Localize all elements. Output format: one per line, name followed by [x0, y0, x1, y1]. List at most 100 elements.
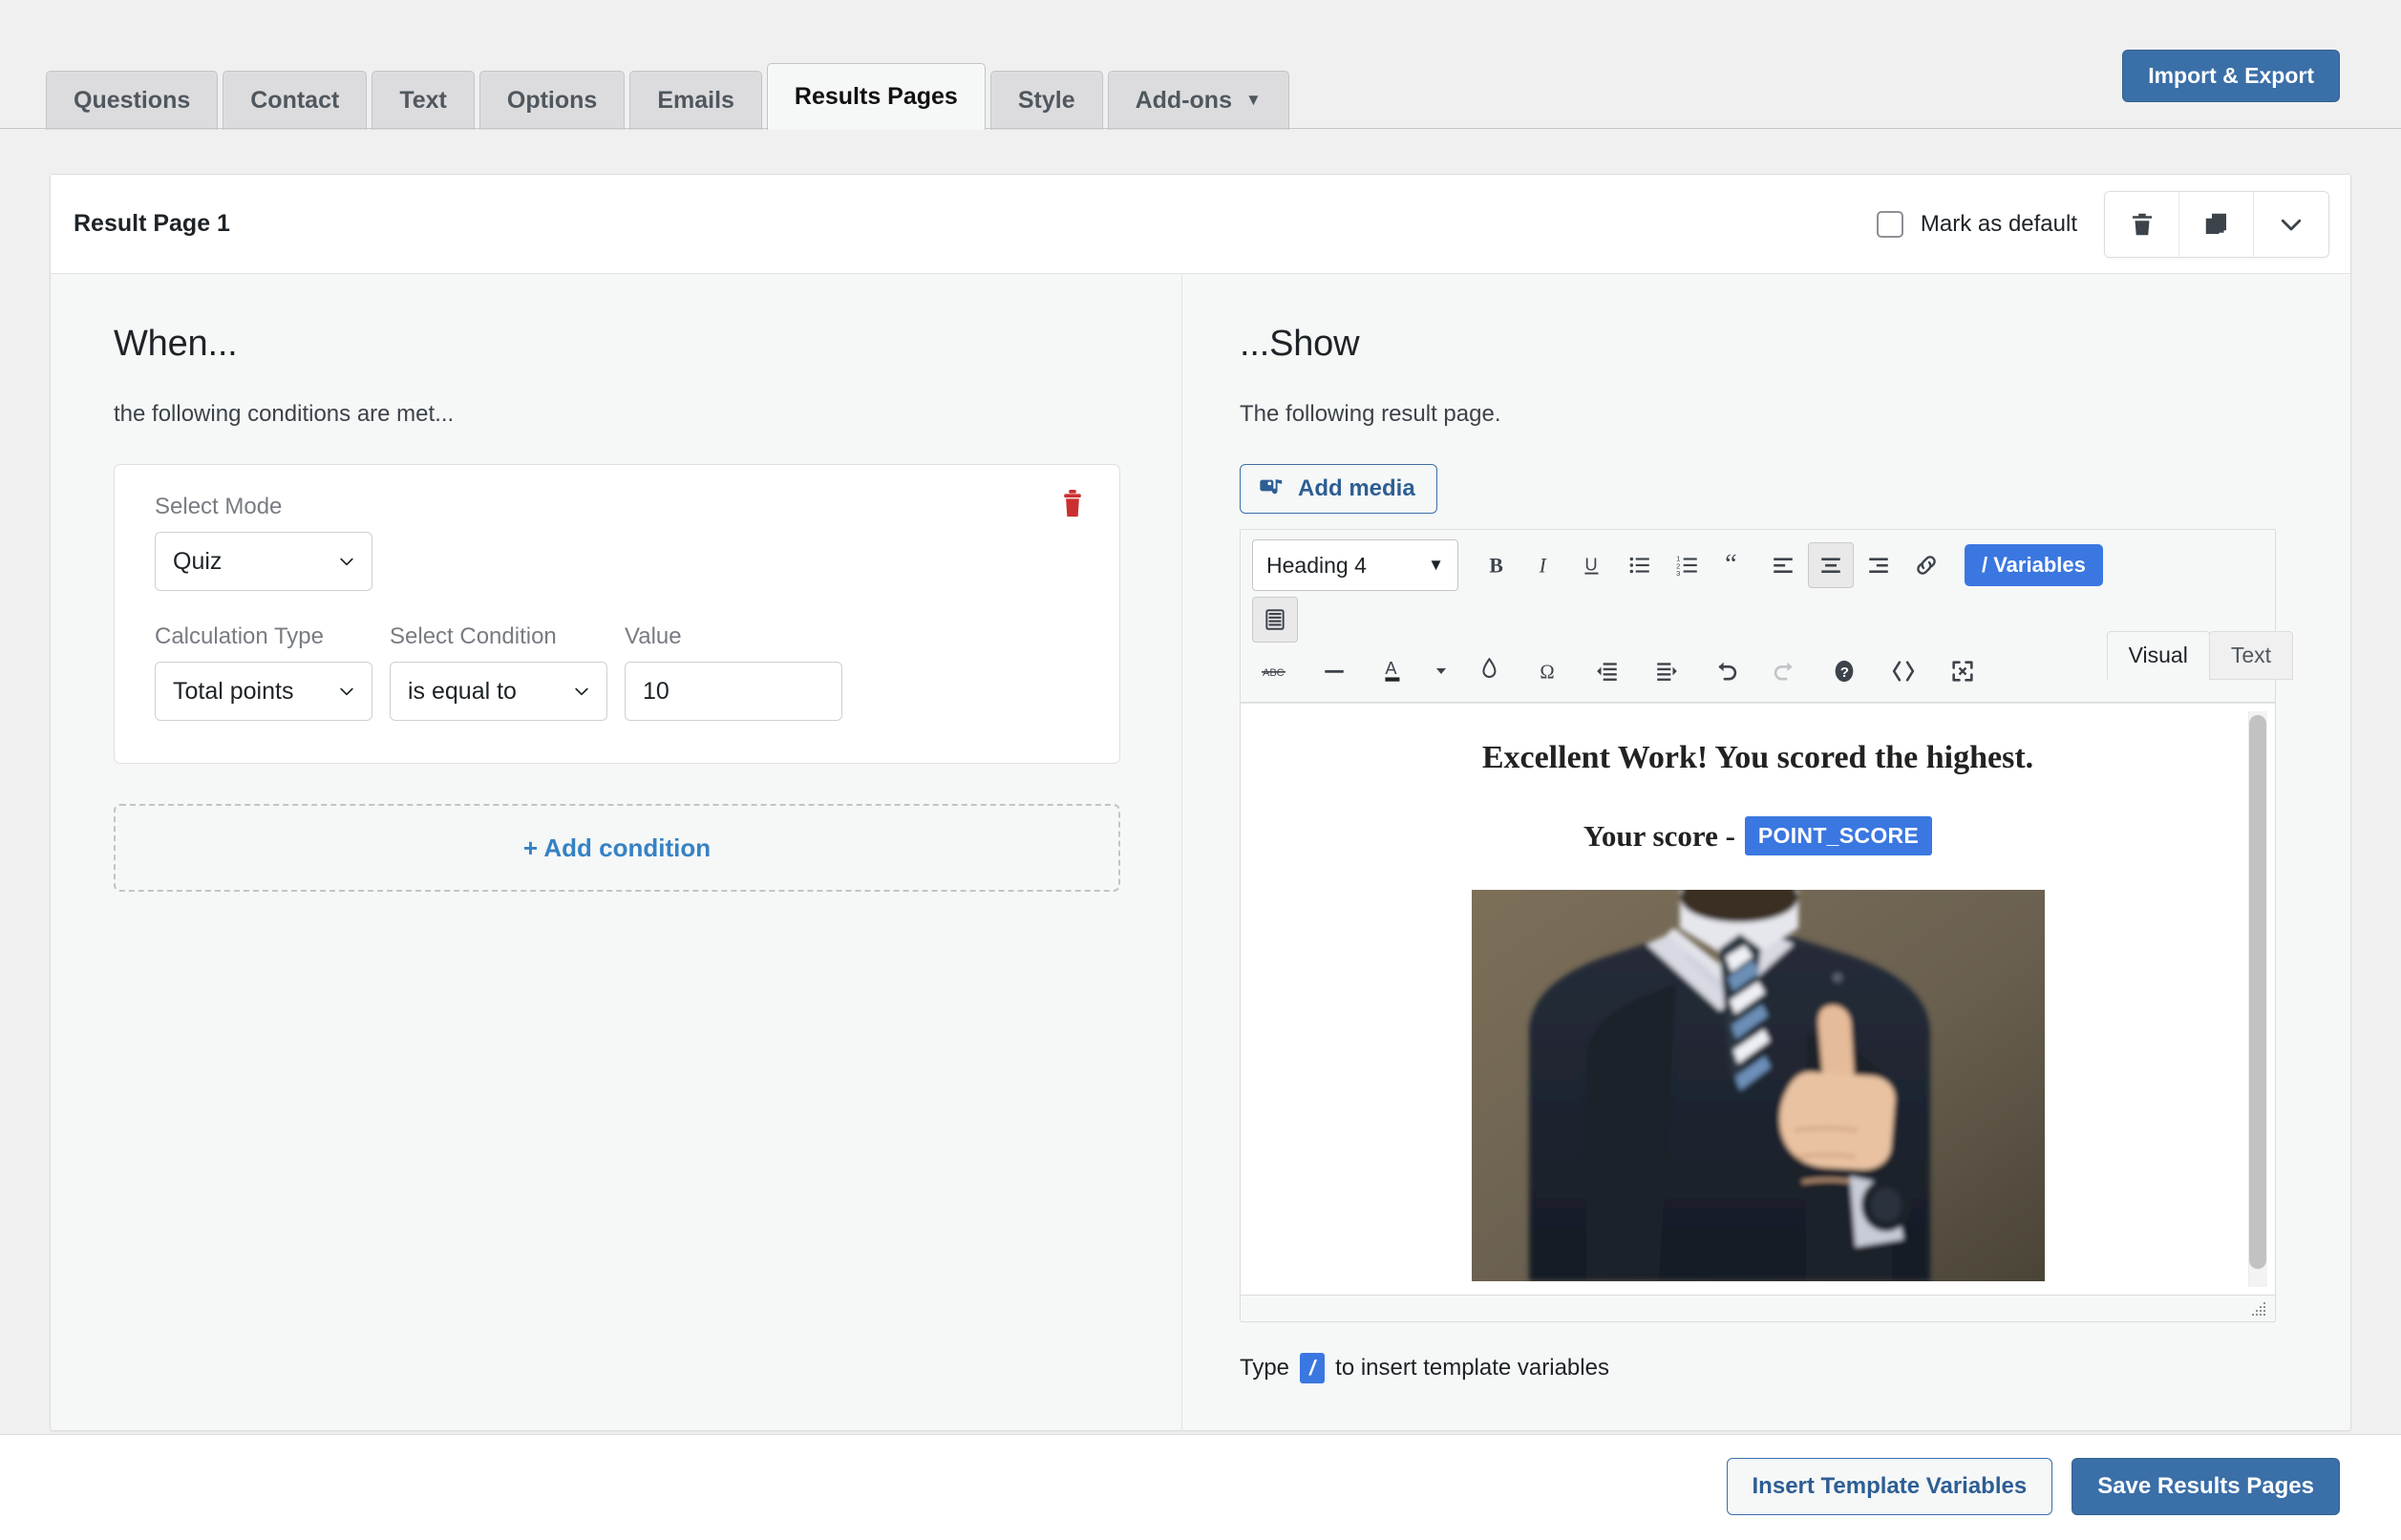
select-mode-dropdown[interactable]: Quiz — [155, 532, 372, 591]
editor-content-area[interactable]: Excellent Work! You scored the highest. … — [1241, 703, 2275, 1295]
decrease-indent-button[interactable] — [1584, 648, 1630, 694]
select-mode-label: Select Mode — [155, 494, 283, 519]
hint-prefix: Type — [1240, 1355, 1290, 1381]
undo-button[interactable] — [1703, 648, 1749, 694]
increase-indent-button[interactable] — [1644, 648, 1689, 694]
chevron-down-icon — [337, 552, 356, 571]
result-page-header: Result Page 1 Mark as default — [51, 175, 2350, 274]
tab-list: Questions Contact Text Options Emails Re… — [46, 62, 1294, 130]
fullscreen-button[interactable] — [1940, 648, 1986, 694]
result-heading-text: Excellent Work! You scored the highest. — [1481, 740, 2034, 775]
redo-button[interactable] — [1762, 648, 1808, 694]
calculation-type-dropdown[interactable]: Total points — [155, 662, 372, 721]
mark-as-default-control[interactable]: Mark as default — [1876, 211, 2077, 238]
help-button[interactable]: ? — [1821, 648, 1867, 694]
tab-emails[interactable]: Emails — [629, 71, 762, 130]
select-condition-dropdown[interactable]: is equal to — [390, 662, 607, 721]
strikethrough-button[interactable]: ABC — [1252, 648, 1298, 694]
resize-handle[interactable] — [2250, 1300, 2267, 1318]
when-subtitle: the following conditions are met... — [114, 401, 455, 427]
tab-bar-underline — [0, 128, 2401, 129]
tab-options[interactable]: Options — [478, 71, 626, 130]
tab-label: Questions — [74, 87, 191, 114]
tab-text[interactable]: Text — [2208, 631, 2293, 680]
tab-contact[interactable]: Contact — [223, 71, 368, 130]
select-condition-label: Select Condition — [390, 623, 557, 649]
insert-table-button[interactable] — [1252, 597, 1298, 643]
tab-results-pages[interactable]: Results Pages — [766, 63, 986, 130]
select-mode-value: Quiz — [173, 547, 223, 575]
calculation-type-value: Total points — [173, 677, 294, 705]
card-body: When... the following conditions are met… — [51, 274, 2350, 1431]
svg-text:ABC: ABC — [1263, 667, 1285, 679]
page-title: Result Page 1 — [74, 210, 230, 237]
horizontal-rule-button[interactable] — [1311, 648, 1357, 694]
value-label: Value — [625, 623, 682, 649]
hint-suffix: to insert template variables — [1335, 1355, 1609, 1381]
add-media-button[interactable]: Add media — [1240, 464, 1437, 514]
italic-button[interactable]: I — [1521, 542, 1567, 588]
bulleted-list-button[interactable] — [1617, 542, 1663, 588]
align-center-button[interactable] — [1808, 542, 1854, 588]
blockquote-button[interactable]: “ — [1712, 542, 1758, 588]
footer-bar: Insert Template Variables Save Results P… — [0, 1434, 2401, 1540]
value-input[interactable] — [625, 662, 842, 721]
source-code-button[interactable] — [1880, 648, 1926, 694]
header-controls: Mark as default — [1876, 175, 2329, 274]
table-icon — [1265, 609, 1285, 630]
format-dropdown[interactable]: Heading 4 ▼ — [1252, 539, 1458, 591]
chevron-down-icon — [337, 682, 356, 701]
text-color-dropdown[interactable] — [1430, 648, 1453, 694]
mark-as-default-checkbox[interactable] — [1876, 211, 1903, 238]
editor-view-tabs: Visual Text — [2106, 631, 2293, 680]
tab-label: Text — [399, 87, 447, 114]
header-icon-button-group — [2104, 191, 2329, 258]
svg-text:Ω: Ω — [1540, 663, 1554, 684]
svg-text:“: “ — [1725, 553, 1737, 578]
text-color-button[interactable]: A — [1370, 648, 1416, 694]
score-prefix-text: Your score - — [1583, 818, 1735, 853]
calculation-type-field: Calculation Type Total points — [155, 623, 372, 721]
chevron-down-icon — [572, 682, 591, 701]
duplicate-result-page-button[interactable] — [2179, 192, 2254, 257]
tab-add-ons[interactable]: Add-ons ▼ — [1107, 71, 1289, 130]
special-character-button[interactable]: Ω — [1525, 648, 1571, 694]
tab-label: Emails — [657, 87, 734, 114]
add-media-icon — [1260, 479, 1283, 495]
chevron-down-icon — [2281, 219, 2302, 231]
tab-visual[interactable]: Visual — [2106, 631, 2210, 680]
tab-style[interactable]: Style — [989, 71, 1103, 130]
svg-text:U: U — [1584, 554, 1597, 574]
point-score-variable-chip: POINT_SCORE — [1744, 816, 1933, 855]
trash-icon — [1064, 490, 1081, 517]
footer-actions: Insert Template Variables Save Results P… — [1726, 1458, 2340, 1515]
slash-key-badge: / — [1300, 1353, 1326, 1383]
bold-button[interactable]: B — [1474, 542, 1519, 588]
add-condition-button[interactable]: + Add condition — [114, 804, 1120, 892]
align-left-button[interactable] — [1760, 542, 1806, 588]
import-export-button[interactable]: Import & Export — [2122, 50, 2340, 102]
save-results-pages-button[interactable]: Save Results Pages — [2072, 1458, 2340, 1515]
chevron-down-icon: ▼ — [1428, 556, 1444, 574]
insert-template-variables-button[interactable]: Insert Template Variables — [1726, 1458, 2053, 1515]
show-pane: ...Show The following result page. Add m… — [1182, 274, 2350, 1431]
tab-text[interactable]: Text — [372, 71, 475, 130]
underline-button[interactable]: U — [1569, 542, 1615, 588]
delete-result-page-button[interactable] — [2105, 192, 2179, 257]
calculation-type-label: Calculation Type — [155, 623, 324, 649]
tab-label: Results Pages — [794, 83, 958, 110]
numbered-list-button[interactable]: 123 — [1665, 542, 1710, 588]
delete-condition-button[interactable] — [1058, 488, 1087, 520]
svg-text:?: ? — [1840, 665, 1849, 681]
svg-text:3: 3 — [1676, 569, 1680, 578]
collapse-result-page-button[interactable] — [2254, 192, 2328, 257]
paste-as-text-button[interactable] — [1466, 648, 1512, 694]
variables-button[interactable]: / Variables — [1965, 544, 2103, 586]
align-right-button[interactable] — [1856, 542, 1902, 588]
editor-scrollbar-thumb[interactable] — [2249, 715, 2266, 1269]
svg-text:I: I — [1539, 555, 1548, 578]
tab-questions[interactable]: Questions — [46, 71, 219, 130]
editor-status-bar — [1241, 1295, 2275, 1321]
insert-link-button[interactable] — [1903, 542, 1949, 588]
value-field: Value — [625, 623, 842, 721]
